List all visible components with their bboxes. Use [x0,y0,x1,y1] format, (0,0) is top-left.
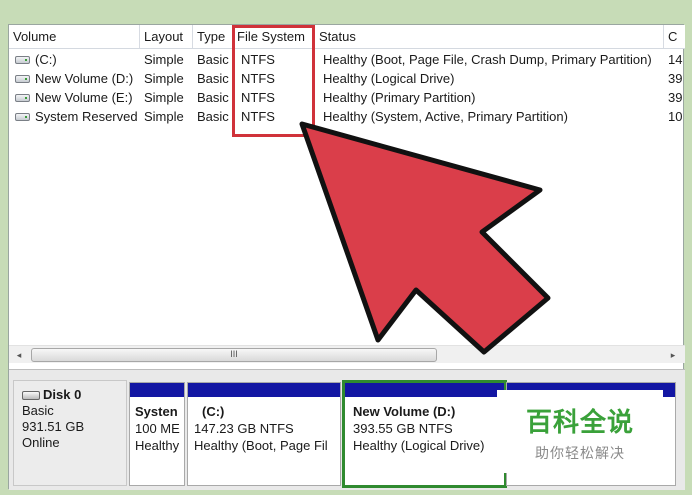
watermark-logo: 百科全说 助你轻松解决 [497,390,663,473]
watermark-title: 百科全说 [525,408,634,438]
watermark-subtitle: 助你轻松解决 [535,446,625,462]
